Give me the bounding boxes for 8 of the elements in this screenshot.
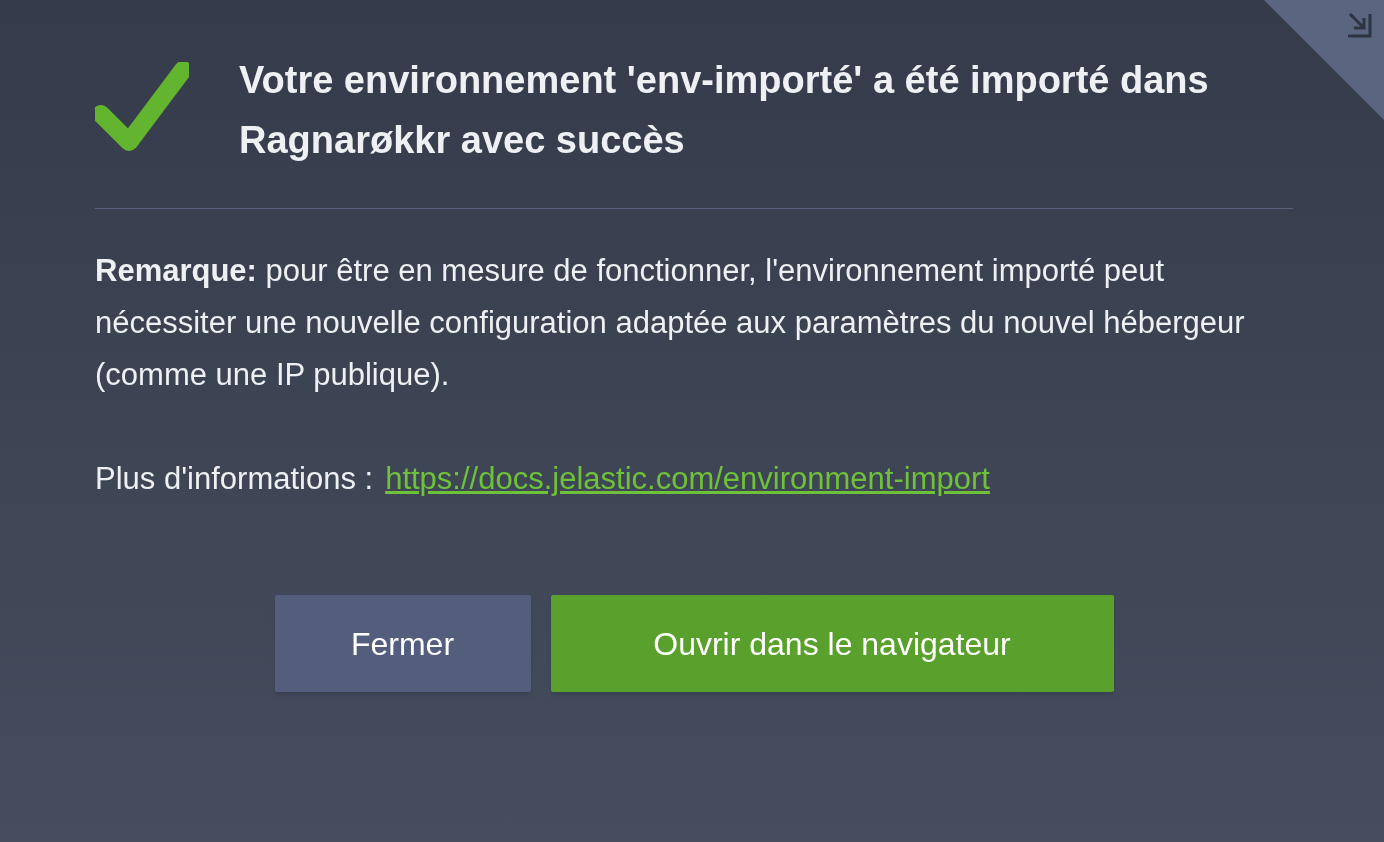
open-browser-button[interactable]: Ouvrir dans le navigateur xyxy=(550,595,1114,692)
dialog-title: Votre environnement 'env-importé' a été importé dans Ragnarøkkr avec succès xyxy=(239,58,1210,163)
note-text: Remarque: pour être en mesure de fonctionner, l'environnement importé peut nécessiter une nouvelle configuration adaptée aux paramètres du nouvel hébergeur (comme une IP publique). xyxy=(95,252,1246,394)
minimize-corner-icon[interactable] xyxy=(1264,0,1384,120)
close-button[interactable]: Fermer xyxy=(274,595,531,692)
checkmark-icon xyxy=(95,62,189,152)
more-info-label: Plus d'informations : xyxy=(95,460,374,498)
docs-link[interactable]: https://docs.jelastic.com/environment-import xyxy=(385,453,990,505)
